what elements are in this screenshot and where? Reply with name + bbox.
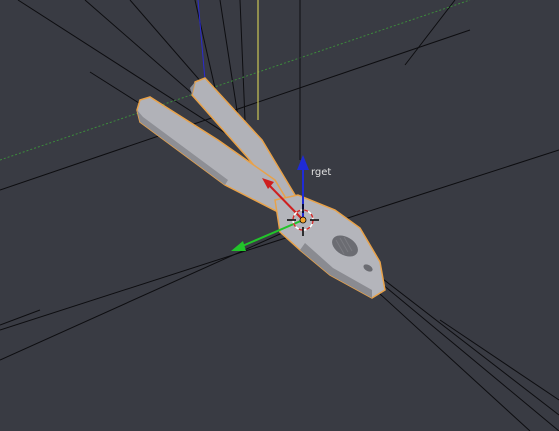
target-label: rget: [311, 167, 331, 178]
pliers-head[interactable]: [274, 194, 386, 299]
3d-viewport[interactable]: rget: [0, 0, 559, 431]
pliers-mesh-icon[interactable]: [136, 77, 386, 299]
manipulator-y-arrow[interactable]: [231, 241, 246, 251]
3d-scene[interactable]: rget: [0, 0, 559, 431]
manipulator-z-arrow[interactable]: [297, 155, 309, 170]
